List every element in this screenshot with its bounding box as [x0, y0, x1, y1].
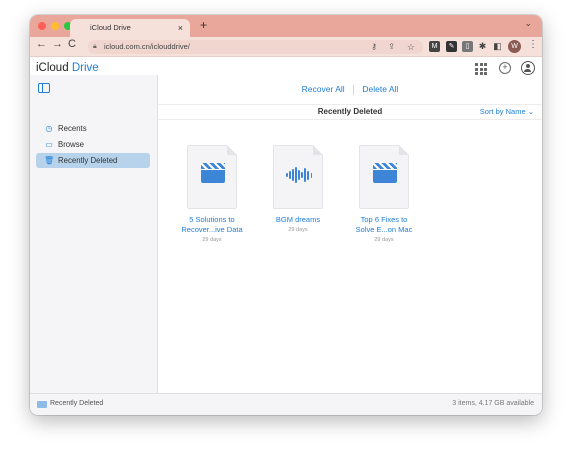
clapperboard-icon: [201, 163, 225, 183]
recover-all-button[interactable]: Recover All: [302, 84, 345, 94]
sidebar-item-label: Recently Deleted: [58, 156, 118, 165]
folder-icon: [37, 401, 47, 408]
browser-window: iCloud Drive × + ⌄ ← → C 🔒︎ icloud.com.c…: [30, 15, 542, 415]
sidebar-item-recents[interactable]: ◷ Recents: [36, 121, 150, 136]
puzzle-extensions-icon[interactable]: ✱: [477, 41, 488, 52]
folder-icon: ▭: [45, 140, 53, 149]
key-icon[interactable]: ⚷: [371, 40, 377, 54]
waveform-icon: [286, 166, 312, 184]
minimize-window-button[interactable]: [51, 22, 59, 30]
brand-accent: Drive: [71, 62, 99, 74]
bookmark-star-icon[interactable]: ☆: [407, 40, 415, 54]
trash-icon: 🗑︎: [44, 156, 55, 165]
tab-bar: iCloud Drive × + ⌄: [30, 15, 542, 37]
back-arrow-icon[interactable]: ←: [36, 38, 47, 50]
address-bar[interactable]: 🔒︎ icloud.com.cn/iclouddrive/ ⚷ ⇪ ☆: [88, 40, 423, 54]
brand-main: iCloud: [36, 62, 69, 74]
sort-by-dropdown[interactable]: Sort by Name ⌄: [480, 107, 534, 116]
section-header: Recently Deleted Sort by Name ⌄: [158, 104, 542, 120]
file-name: BGM dreams: [275, 215, 321, 224]
sidebar: ◷ Recents ▭ Browse 🗑︎ Recently Deleted: [30, 75, 158, 393]
sidebar-toggle-icon[interactable]: [38, 83, 50, 93]
close-tab-icon[interactable]: ×: [178, 19, 183, 37]
file-item[interactable]: 5 Solutions to Recover...ive Data 29 day…: [164, 145, 260, 243]
browser-toolbar: ← → C 🔒︎ icloud.com.cn/iclouddrive/ ⚷ ⇪ …: [30, 37, 542, 57]
video-file-icon: [359, 145, 409, 209]
side-panel-icon[interactable]: ◧: [492, 41, 503, 52]
file-name: 5 Solutions to Recover...ive Data: [181, 215, 243, 234]
sidebar-item-label: Recents: [58, 124, 87, 133]
window-controls: [38, 22, 72, 30]
mail-extension-icon[interactable]: M: [429, 41, 440, 52]
page-extension-icon[interactable]: ▯: [462, 41, 473, 52]
audio-file-icon: [273, 145, 323, 209]
close-window-button[interactable]: [38, 22, 46, 30]
file-days-remaining: 29 days: [374, 237, 394, 243]
main-content: Recover All Delete All Recently Deleted …: [158, 75, 542, 393]
status-bar: Recently Deleted 3 items, 4.17 GB availa…: [30, 393, 542, 415]
profile-avatar[interactable]: W: [508, 40, 521, 53]
file-item[interactable]: Top 6 Fixes to Solve E...on Mac 29 days: [336, 145, 432, 243]
storage-summary: 3 items, 4.17 GB available: [452, 400, 534, 407]
file-item[interactable]: BGM dreams 29 days: [250, 145, 346, 233]
action-bar: Recover All Delete All: [158, 84, 542, 98]
file-days-remaining: 29 days: [202, 237, 222, 243]
divider: [353, 84, 355, 95]
browser-tab[interactable]: iCloud Drive ×: [70, 19, 190, 37]
tab-search-chevron-icon[interactable]: ⌄: [524, 18, 532, 29]
url-text: icloud.com.cn/iclouddrive/: [104, 42, 190, 51]
forward-arrow-icon[interactable]: →: [52, 38, 63, 50]
share-icon[interactable]: ⇪: [388, 40, 395, 54]
file-days-remaining: 29 days: [288, 227, 308, 233]
clock-icon: ◷: [45, 124, 53, 133]
browser-menu-icon[interactable]: ⋮: [528, 39, 538, 50]
account-icon[interactable]: [521, 61, 535, 75]
lock-icon: 🔒︎: [93, 43, 97, 50]
edit-extension-icon[interactable]: ✎: [446, 41, 457, 52]
reload-icon[interactable]: C: [68, 38, 76, 50]
sidebar-item-browse[interactable]: ▭ Browse: [36, 137, 150, 152]
add-icon[interactable]: +: [499, 62, 511, 74]
video-file-icon: [187, 145, 237, 209]
clapperboard-icon: [373, 163, 397, 183]
new-tab-icon[interactable]: +: [200, 18, 207, 32]
sidebar-item-label: Browse: [58, 140, 84, 149]
app-logo[interactable]: iCloud Drive: [36, 62, 99, 74]
app-grid-icon[interactable]: [475, 63, 487, 75]
sidebar-item-recently-deleted[interactable]: 🗑︎ Recently Deleted: [36, 153, 150, 168]
tab-title: iCloud Drive: [90, 23, 131, 32]
file-name: Top 6 Fixes to Solve E...on Mac: [355, 215, 413, 234]
current-location: Recently Deleted: [50, 400, 104, 407]
delete-all-button[interactable]: Delete All: [362, 84, 398, 94]
